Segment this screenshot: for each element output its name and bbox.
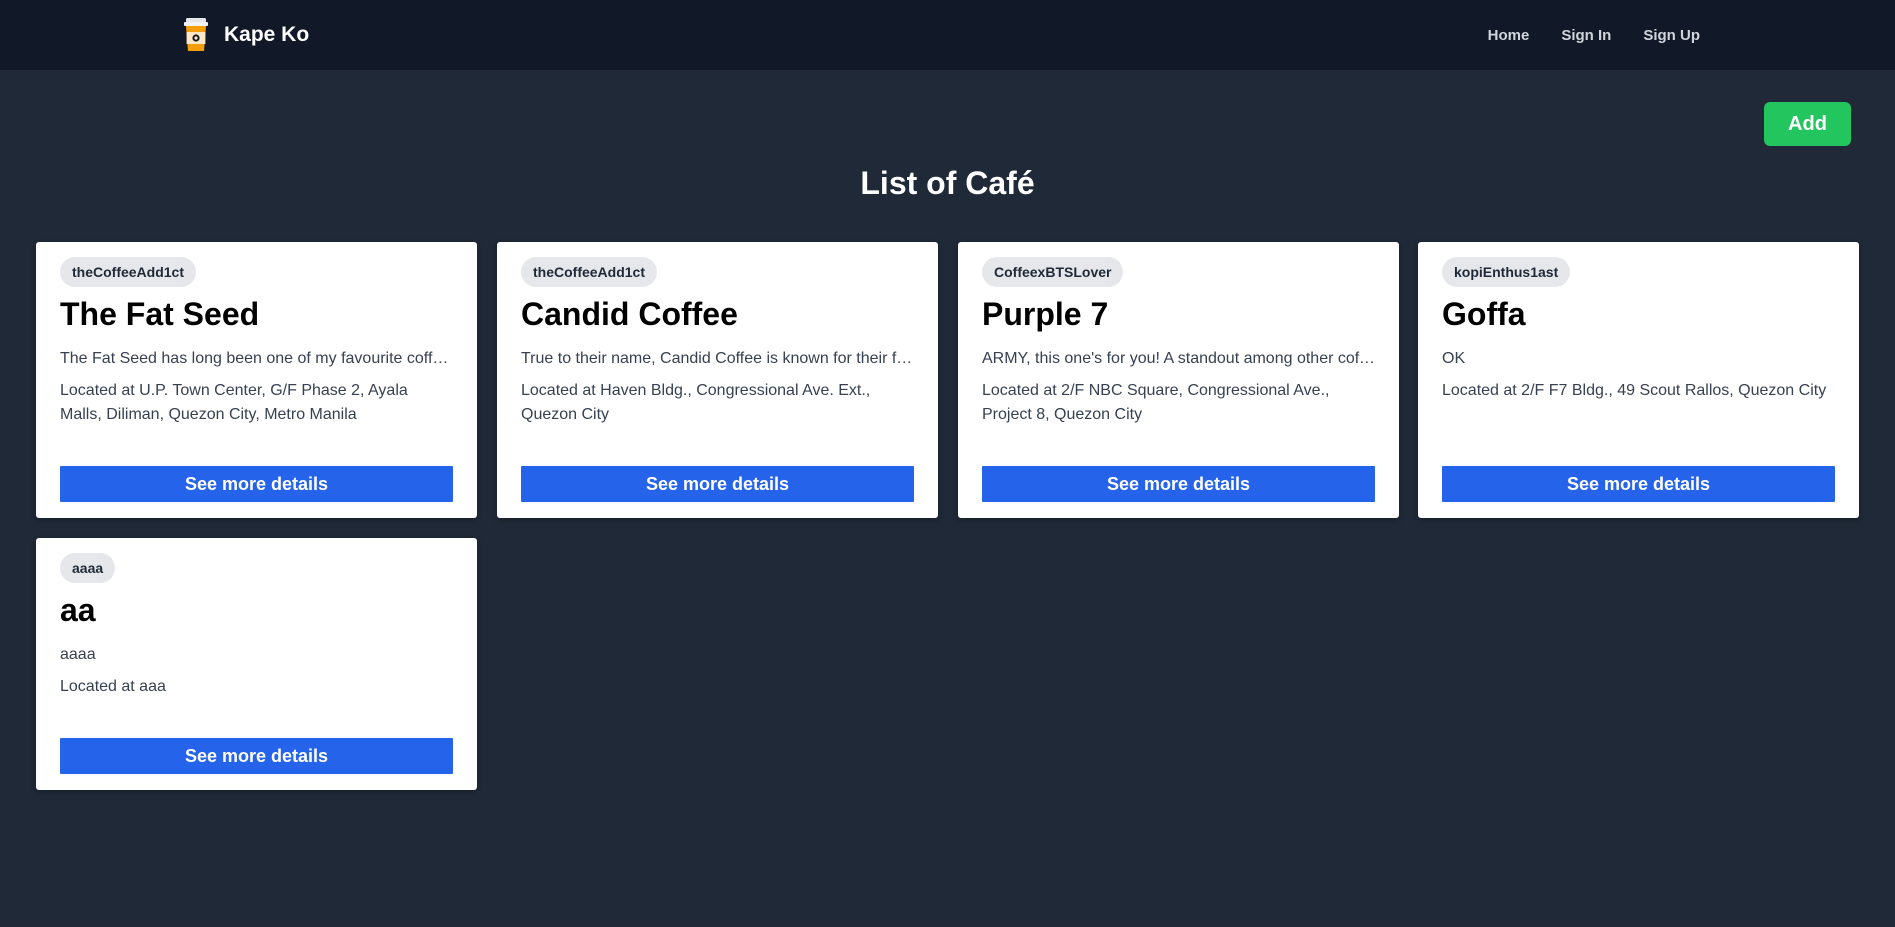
navbar: Kape Ko Home Sign In Sign Up [0,0,1895,70]
cafe-card: theCoffeeAdd1ct The Fat Seed The Fat See… [36,242,477,518]
cafe-description: ARMY, this one's for you! A standout amo… [982,350,1375,367]
nav-links: Home Sign In Sign Up [1488,0,1700,70]
see-more-details-button[interactable]: See more details [1442,466,1835,502]
cafe-description: OK [1442,350,1466,367]
cafe-card: theCoffeeAdd1ct Candid Coffee True to th… [497,242,938,518]
nav-sign-up[interactable]: Sign Up [1643,27,1700,44]
app-name: Kape Ko [224,23,310,46]
cafe-location: Located at 2/F F7 Bldg., 49 Scout Rallos… [1442,382,1827,399]
see-more-details-button[interactable]: See more details [60,466,453,502]
cafe-location: Located at 2/F NBC Square, Congressional… [982,382,1330,423]
cafe-card: aaaa aa aaaa Located at aaa See more det… [36,538,477,790]
cafe-name: The Fat Seed [60,296,260,332]
cafe-name: aa [60,592,96,628]
cafe-description: The Fat Seed has long been one of my fav… [60,350,453,367]
see-more-details-button[interactable]: See more details [521,466,914,502]
add-button[interactable]: Add [1764,102,1851,146]
page-title: List of Café [860,165,1035,201]
cafe-card: kopiEnthus1ast Goffa OK Located at 2/F F… [1418,242,1859,518]
coffee-cup-icon [184,18,208,52]
see-more-details-button[interactable]: See more details [982,466,1375,502]
cafe-name: Goffa [1442,296,1526,332]
cafe-location: Located at U.P. Town Center, G/F Phase 2… [60,382,408,423]
nav-home[interactable]: Home [1488,27,1530,44]
cafe-description: True to their name, Candid Coffee is kno… [521,350,914,367]
author-badge: theCoffeeAdd1ct [521,257,658,287]
cafe-location: Located at Haven Bldg., Congressional Av… [521,382,871,423]
author-badge: CoffeexBTSLover [982,257,1124,287]
cafe-card: CoffeexBTSLover Purple 7 ARMY, this one'… [958,242,1399,518]
brand-link[interactable]: Kape Ko [184,16,309,54]
cafe-location: Located at aaa [60,678,166,695]
author-badge: theCoffeeAdd1ct [60,257,197,287]
nav-sign-in[interactable]: Sign In [1561,27,1611,44]
author-badge: kopiEnthus1ast [1442,257,1571,287]
author-badge: aaaa [60,553,116,583]
cafe-name: Purple 7 [982,296,1109,332]
see-more-details-button[interactable]: See more details [60,738,453,774]
cafe-description: aaaa [60,646,96,663]
cafe-name: Candid Coffee [521,296,738,332]
